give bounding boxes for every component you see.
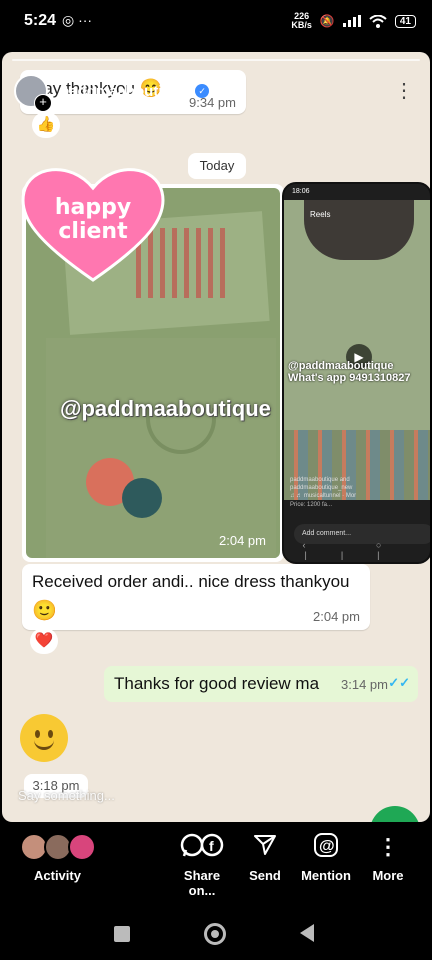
slight-smile-emoji-icon: 🙂 bbox=[32, 600, 57, 622]
reel-person bbox=[304, 200, 414, 260]
incoming-message-time: 2:04 pm bbox=[313, 609, 360, 624]
svg-text:@: @ bbox=[319, 838, 335, 855]
reel-caption: paddmaaboutique and paddmaaboutique_new … bbox=[290, 476, 430, 500]
reel-nav-icons: ‹ ○ ||| bbox=[302, 540, 416, 560]
verified-badge-icon: ✓ bbox=[195, 84, 210, 98]
activity-button[interactable]: Activity bbox=[20, 832, 110, 883]
story-view[interactable]: Say thankyou 😊 9:34 pm 👍 + paddmaaboutiq… bbox=[2, 52, 430, 822]
recents-icon[interactable] bbox=[114, 926, 130, 942]
story-action-bar: Activity f Share on... Send @ Mention ⋮ … bbox=[0, 822, 432, 904]
happy-client-sticker: happy client bbox=[18, 162, 168, 284]
story-more-icon[interactable]: ⋮ bbox=[394, 78, 414, 103]
signal-icon bbox=[342, 15, 361, 27]
status-time: 5:24 bbox=[24, 12, 57, 29]
sticker-text: happy client bbox=[18, 196, 168, 244]
add-story-icon[interactable]: + bbox=[34, 94, 52, 112]
story-time-ago: 1m bbox=[219, 83, 239, 99]
reel-price: Price: 1200 fa... bbox=[290, 502, 333, 508]
mute-icon: 🔕 bbox=[319, 14, 335, 28]
home-icon[interactable] bbox=[204, 923, 226, 945]
story-progress-bar bbox=[12, 59, 420, 61]
incoming-message-text: Received order andi.. nice dress thankyo… bbox=[32, 572, 350, 591]
avatar[interactable]: + bbox=[14, 74, 52, 112]
reel-handle-line1: @paddmaaboutique bbox=[288, 360, 394, 372]
smile-mouth bbox=[34, 740, 54, 750]
watermark-text: @paddmaaboutique bbox=[60, 396, 271, 421]
big-smile-emoji-icon bbox=[20, 714, 68, 762]
caption-line1: paddmaaboutique and bbox=[290, 477, 350, 483]
wifi-icon bbox=[369, 14, 387, 28]
reply-input[interactable]: Say something... bbox=[18, 788, 115, 803]
caption-line2: paddmaaboutique_new bbox=[290, 485, 353, 491]
embroidery-leaf bbox=[122, 478, 162, 518]
share-on-label: Share on... bbox=[183, 868, 221, 898]
photo-message: @paddmaaboutique 2:04 pm happy client bbox=[21, 168, 284, 562]
screenshot-status-time: 18:06 bbox=[292, 188, 310, 195]
thumbs-up-reaction-icon: 👍 bbox=[32, 112, 60, 138]
reels-label: Reels bbox=[310, 210, 331, 219]
outgoing-message-time: 3:14 pm bbox=[341, 677, 388, 692]
send-button[interactable]: Send bbox=[248, 832, 282, 883]
whatsapp-fab bbox=[370, 806, 420, 822]
back-icon[interactable] bbox=[300, 924, 314, 942]
outgoing-message: Thanks for good review ma 3:14 pm ✓✓ bbox=[104, 666, 418, 702]
more-label: More bbox=[372, 868, 404, 883]
net-speed-unit: KB/s bbox=[291, 20, 312, 30]
sticker-line2: client bbox=[58, 219, 128, 244]
reel-screenshot: 18:06 Reels ▶ @paddmaaboutique What's ap… bbox=[282, 182, 430, 564]
read-ticks-icon: ✓✓ bbox=[388, 675, 410, 690]
activity-label: Activity bbox=[34, 868, 81, 883]
status-bar: 5:24 ◎ ··· 226 KB/s 🔕 41 bbox=[0, 0, 432, 44]
whatsapp-facebook-icon: f bbox=[170, 832, 234, 862]
battery-icon: 41 bbox=[394, 14, 416, 28]
reel-handle: @paddmaaboutique What's app 9491310827 bbox=[288, 360, 430, 384]
heart-reaction-icon: ❤️ bbox=[30, 628, 58, 654]
incoming-message: Received order andi.. nice dress thankyo… bbox=[22, 564, 370, 630]
photo-time: 2:04 pm bbox=[219, 533, 266, 548]
mention-button[interactable]: @ Mention bbox=[300, 832, 352, 883]
outgoing-message-text: Thanks for good review ma bbox=[114, 674, 320, 693]
share-on-button[interactable]: f Share on... bbox=[170, 832, 234, 898]
net-speed: 226 KB/s bbox=[291, 12, 312, 30]
status-right: 226 KB/s 🔕 41 bbox=[291, 12, 416, 30]
caption-line3: ♫ ♬ musicaltunnel · Mor bbox=[290, 493, 357, 499]
send-label: Send bbox=[249, 868, 281, 883]
system-nav-bar bbox=[0, 906, 432, 960]
paper-plane-icon bbox=[248, 832, 282, 862]
mention-label: Mention bbox=[301, 868, 351, 883]
reel-handle-line2: What's app 9491310827 bbox=[288, 372, 411, 384]
at-sign-icon: @ bbox=[300, 832, 352, 862]
viewer-avatars bbox=[20, 832, 110, 862]
viewer-avatar bbox=[68, 833, 96, 861]
date-chip: Today bbox=[188, 153, 246, 179]
more-button[interactable]: ⋮ More bbox=[372, 832, 404, 883]
svg-text:f: f bbox=[209, 838, 214, 854]
more-vert-icon: ⋮ bbox=[377, 834, 399, 859]
notification-icons: ◎ ··· bbox=[62, 12, 93, 28]
username[interactable]: paddmaaboutique bbox=[60, 83, 189, 100]
sticker-line1: happy bbox=[54, 195, 132, 220]
story-header[interactable]: + paddmaaboutique ✓ 1m bbox=[14, 74, 239, 112]
